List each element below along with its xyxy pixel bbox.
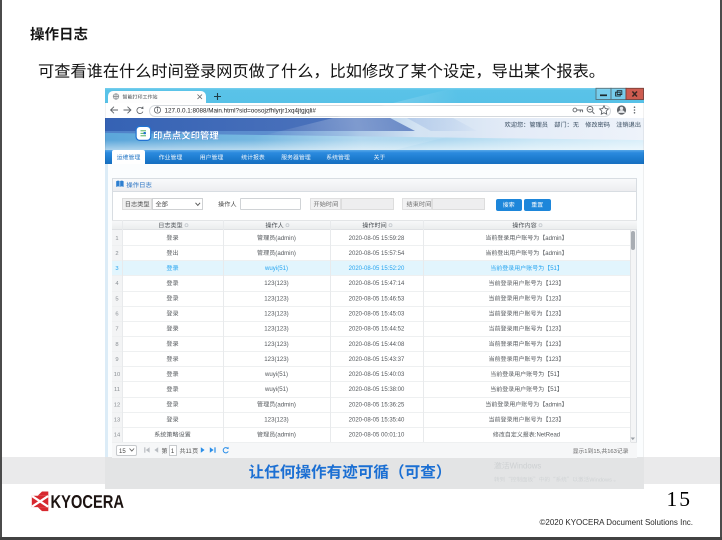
svg-text:15: 15: [667, 487, 693, 511]
svg-text:2020-08-05 00:01:10: 2020-08-05 00:01:10: [349, 433, 405, 439]
svg-text:2020-08-05 15:47:14: 2020-08-05 15:47:14: [349, 281, 405, 287]
svg-text:©2020 KYOCERA Document Solutio: ©2020 KYOCERA Document Solutions Inc.: [539, 518, 693, 527]
svg-text:15,: 15,: [593, 449, 601, 455]
svg-text:1: 1: [171, 449, 175, 455]
svg-text:1: 1: [584, 449, 587, 455]
svg-text:2020-08-05 15:57:54: 2020-08-05 15:57:54: [349, 251, 405, 257]
svg-text:(admin): (admin): [275, 432, 296, 439]
svg-text:(admin): (admin): [275, 401, 296, 408]
svg-text:2020-08-05 15:44:52: 2020-08-05 15:44:52: [349, 327, 405, 333]
svg-text:(admin): (admin): [275, 250, 296, 257]
svg-text:2020-08-05 15:35:40: 2020-08-05 15:35:40: [349, 417, 405, 423]
svg-text:51: 51: [550, 387, 557, 393]
svg-text:9: 9: [115, 357, 118, 363]
svg-text:5: 5: [115, 296, 118, 302]
svg-text:13: 13: [114, 417, 120, 423]
svg-text:123(123): 123(123): [264, 311, 288, 318]
svg-text:127.0.0.1:8088/Main.html?sid=o: 127.0.0.1:8088/Main.html?sid=oosojzfhlyr…: [165, 107, 317, 114]
svg-text:2020-08-05 15:40:03: 2020-08-05 15:40:03: [349, 372, 405, 378]
svg-text:wuyi(51): wuyi(51): [264, 265, 288, 272]
svg-text:2020-08-05 15:59:28: 2020-08-05 15:59:28: [349, 236, 405, 242]
svg-text:123(123): 123(123): [264, 280, 288, 287]
svg-text:admin: admin: [545, 402, 561, 408]
svg-text:2: 2: [115, 251, 118, 257]
svg-text:2020-08-05 15:46:53: 2020-08-05 15:46:53: [349, 296, 405, 302]
svg-text:123: 123: [549, 357, 560, 363]
svg-text:123: 123: [549, 418, 560, 424]
svg-text:2020-08-05 15:45:03: 2020-08-05 15:45:03: [349, 311, 405, 317]
svg-text:51: 51: [550, 372, 557, 378]
svg-text:123: 123: [549, 312, 560, 318]
svg-text:7: 7: [115, 327, 118, 333]
svg-text:11: 11: [186, 449, 193, 455]
svg-text:123: 123: [549, 327, 560, 333]
svg-text:3: 3: [115, 266, 118, 272]
svg-text:123: 123: [549, 296, 560, 302]
svg-text:2020-08-05 15:43:37: 2020-08-05 15:43:37: [349, 357, 405, 363]
svg-text:admin: admin: [545, 236, 561, 242]
svg-text:10: 10: [114, 372, 120, 378]
svg-text:123(123): 123(123): [264, 326, 288, 333]
svg-text:11: 11: [114, 387, 120, 393]
svg-text:wuyi(51): wuyi(51): [264, 386, 288, 393]
svg-text:wuyi(51): wuyi(51): [264, 371, 288, 378]
svg-text:4: 4: [115, 281, 119, 287]
svg-text:15: 15: [119, 449, 126, 455]
svg-text:163: 163: [607, 449, 617, 455]
svg-text:2020-08-05 15:52:20: 2020-08-05 15:52:20: [349, 266, 405, 272]
svg-text:123(123): 123(123): [264, 356, 288, 363]
svg-text:1: 1: [115, 236, 118, 242]
svg-text::NetRead: :NetRead: [535, 433, 560, 439]
svg-text:2020-08-05 15:36:25: 2020-08-05 15:36:25: [349, 402, 405, 408]
svg-text:Windows: Windows: [510, 462, 542, 471]
svg-text:8: 8: [115, 342, 118, 348]
svg-text:14: 14: [114, 433, 121, 439]
svg-text:123(123): 123(123): [264, 417, 288, 424]
svg-text:123: 123: [549, 342, 560, 348]
svg-text:123(123): 123(123): [264, 341, 288, 348]
svg-text:123: 123: [549, 281, 560, 287]
svg-text:Windows: Windows: [589, 477, 612, 483]
svg-text:2020-08-05 15:44:08: 2020-08-05 15:44:08: [349, 342, 405, 348]
svg-text:admin: admin: [545, 251, 561, 257]
svg-text:2020-08-05 15:38:00: 2020-08-05 15:38:00: [349, 387, 405, 393]
svg-text:(admin): (admin): [275, 235, 296, 242]
svg-text:123(123): 123(123): [264, 295, 288, 302]
svg-text:6: 6: [115, 311, 118, 317]
svg-text:51: 51: [550, 266, 557, 272]
svg-text:12: 12: [114, 402, 120, 408]
